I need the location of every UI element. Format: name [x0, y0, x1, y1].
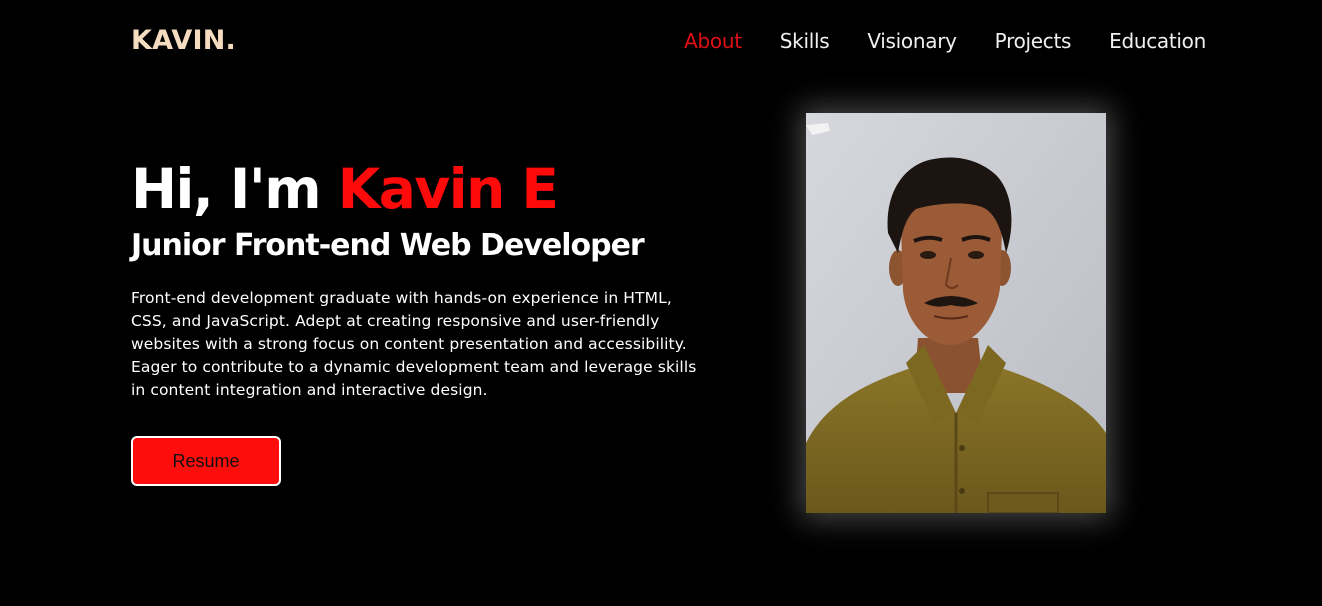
profile-photo	[806, 113, 1106, 513]
hero-subtitle: Junior Front-end Web Developer	[131, 228, 645, 263]
nav-link-about[interactable]: About	[684, 29, 742, 53]
hero-greeting: Hi, I'm	[131, 157, 338, 221]
nav-link-education[interactable]: Education	[1109, 29, 1206, 53]
nav-link-skills[interactable]: Skills	[780, 29, 830, 53]
profile-photo-illustration	[806, 113, 1106, 513]
hero-name: Kavin E	[337, 157, 559, 221]
nav-link-visionary[interactable]: Visionary	[867, 29, 957, 53]
resume-button[interactable]: Resume	[131, 436, 281, 486]
page: KAVIN. About Skills Visionary Projects E…	[0, 0, 1322, 606]
main-nav: About Skills Visionary Projects Educatio…	[684, 29, 1206, 53]
logo[interactable]: KAVIN.	[131, 25, 236, 56]
hero-description: Front-end development graduate with hand…	[131, 289, 697, 399]
nav-link-projects[interactable]: Projects	[995, 29, 1072, 53]
hero-title: Hi, I'm Kavin E	[131, 157, 559, 221]
